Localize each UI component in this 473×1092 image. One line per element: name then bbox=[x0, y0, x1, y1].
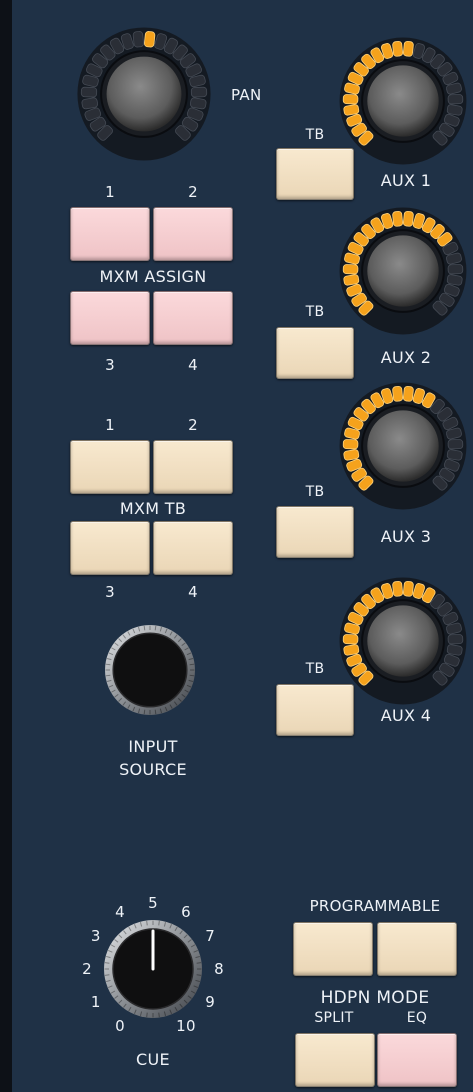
cue-scale-4: 4 bbox=[115, 902, 125, 921]
aux-1-knob[interactable] bbox=[339, 37, 467, 165]
cue-scale-8: 8 bbox=[214, 960, 224, 978]
aux-4-label: AUX 4 bbox=[380, 706, 432, 725]
pan-knob-led-12 bbox=[132, 31, 145, 48]
mxm-tb-number-2: 2 bbox=[188, 416, 198, 434]
cue-scale-10: 10 bbox=[176, 1017, 196, 1036]
cue-knob[interactable] bbox=[103, 919, 203, 1019]
pan-label: PAN bbox=[231, 86, 262, 104]
mxm-tb-label: MXM TB bbox=[119, 499, 187, 518]
mxm-tb-button-4[interactable] bbox=[153, 521, 233, 575]
cue-scale-6: 6 bbox=[181, 902, 191, 921]
cue-scale-2: 2 bbox=[82, 960, 92, 978]
aux-3-knob-cap bbox=[367, 410, 439, 482]
input-source-label-line-1: INPUT bbox=[128, 737, 178, 756]
pan-knob[interactable] bbox=[77, 27, 211, 161]
aux-1-knob-led-13 bbox=[402, 40, 414, 57]
aux-2-knob-led-4 bbox=[343, 274, 360, 286]
mxm-assign-number-1: 1 bbox=[105, 183, 115, 201]
input-source-knob-cap bbox=[112, 632, 188, 708]
aux-3-tb-button[interactable] bbox=[276, 506, 354, 558]
channel-strip: PAN TB AUX 1 TB AUX 2 TB AUX 3 TB AUX 4 … bbox=[0, 0, 473, 1092]
programmable-button-2[interactable] bbox=[377, 922, 457, 976]
mxm-tb-button-3[interactable] bbox=[70, 521, 150, 575]
aux-2-knob-led-13 bbox=[402, 210, 414, 227]
aux-2-knob-cap bbox=[367, 235, 439, 307]
aux-3-label: AUX 3 bbox=[380, 527, 432, 546]
mxm-tb-button-2[interactable] bbox=[153, 440, 233, 494]
cue-label: CUE bbox=[136, 1050, 170, 1069]
aux-4-tb-label: TB bbox=[305, 661, 325, 677]
mxm-assign-label: MXM ASSIGN bbox=[99, 267, 207, 286]
input-source-label-line-2: SOURCE bbox=[119, 760, 187, 779]
mxm-tb-number-3: 3 bbox=[105, 583, 115, 601]
aux-3-knob-led-5 bbox=[342, 439, 359, 450]
aux-4-knob-led-20 bbox=[447, 634, 464, 645]
hdpn-eq-button[interactable] bbox=[377, 1033, 457, 1087]
aux-1-tb-button[interactable] bbox=[276, 148, 354, 200]
aux-2-tb-label: TB bbox=[305, 304, 325, 320]
pan-knob-led-13 bbox=[143, 31, 156, 48]
aux-1-knob-led-20 bbox=[447, 94, 464, 105]
aux-2-knob-led-20 bbox=[447, 264, 464, 275]
aux-1-knob-cap bbox=[367, 65, 439, 137]
mxm-assign-number-2: 2 bbox=[188, 183, 198, 201]
aux-1-knob-led-4 bbox=[343, 104, 360, 116]
input-source-knob[interactable] bbox=[104, 624, 196, 716]
aux-1-knob-led-12 bbox=[392, 40, 404, 57]
aux-1-knob-led-5 bbox=[342, 94, 359, 105]
aux-3-knob-led-4 bbox=[343, 449, 360, 461]
cue-scale-0: 0 bbox=[115, 1017, 125, 1036]
mxm-assign-number-3: 3 bbox=[105, 356, 115, 374]
aux-4-knob-led-4 bbox=[343, 644, 360, 656]
aux-2-knob-led-5 bbox=[342, 264, 359, 275]
cue-scale-1: 1 bbox=[90, 993, 101, 1011]
hdpn-mode-label: HDPN MODE bbox=[320, 988, 430, 1008]
aux-2-tb-button[interactable] bbox=[276, 327, 354, 379]
pan-knob-led-5 bbox=[80, 86, 98, 98]
split-label: SPLIT bbox=[314, 1010, 354, 1026]
mxm-tb-number-1: 1 bbox=[105, 416, 115, 434]
aux-3-knob[interactable] bbox=[339, 382, 467, 510]
aux-2-knob-led-12 bbox=[392, 210, 404, 227]
aux-2-label: AUX 2 bbox=[380, 348, 432, 367]
aux-4-knob-led-12 bbox=[392, 580, 404, 597]
aux-1-tb-label: TB bbox=[305, 127, 325, 143]
mxm-tb-number-4: 4 bbox=[188, 583, 198, 601]
mxm-assign-button-3[interactable] bbox=[70, 291, 150, 345]
cue-scale-3: 3 bbox=[90, 927, 101, 945]
aux-1-label: AUX 1 bbox=[380, 171, 432, 190]
aux-4-knob-led-13 bbox=[402, 580, 414, 597]
aux-2-knob[interactable] bbox=[339, 207, 467, 335]
aux-4-knob-led-5 bbox=[342, 634, 359, 645]
mxm-assign-button-1[interactable] bbox=[70, 207, 150, 261]
programmable-button-1[interactable] bbox=[293, 922, 373, 976]
mxm-assign-button-2[interactable] bbox=[153, 207, 233, 261]
cue-scale-5: 5 bbox=[148, 894, 158, 912]
aux-3-knob-led-13 bbox=[402, 385, 414, 402]
pan-knob-cap bbox=[106, 56, 182, 132]
pan-knob-led-20 bbox=[190, 86, 208, 98]
aux-4-tb-button[interactable] bbox=[276, 684, 354, 736]
mxm-assign-number-4: 4 bbox=[188, 356, 198, 374]
aux-3-knob-led-20 bbox=[447, 439, 464, 450]
aux-3-knob-led-12 bbox=[392, 385, 404, 402]
eq-label: EQ bbox=[406, 1010, 428, 1026]
cue-scale-9: 9 bbox=[205, 993, 216, 1011]
aux-4-knob-cap bbox=[367, 605, 439, 677]
aux-4-knob[interactable] bbox=[339, 577, 467, 705]
programmable-label: PROGRAMMABLE bbox=[309, 897, 441, 915]
hdpn-split-button[interactable] bbox=[295, 1033, 375, 1087]
aux-3-tb-label: TB bbox=[305, 484, 325, 500]
mxm-assign-button-4[interactable] bbox=[153, 291, 233, 345]
cue-scale-7: 7 bbox=[205, 927, 216, 945]
mxm-tb-button-1[interactable] bbox=[70, 440, 150, 494]
